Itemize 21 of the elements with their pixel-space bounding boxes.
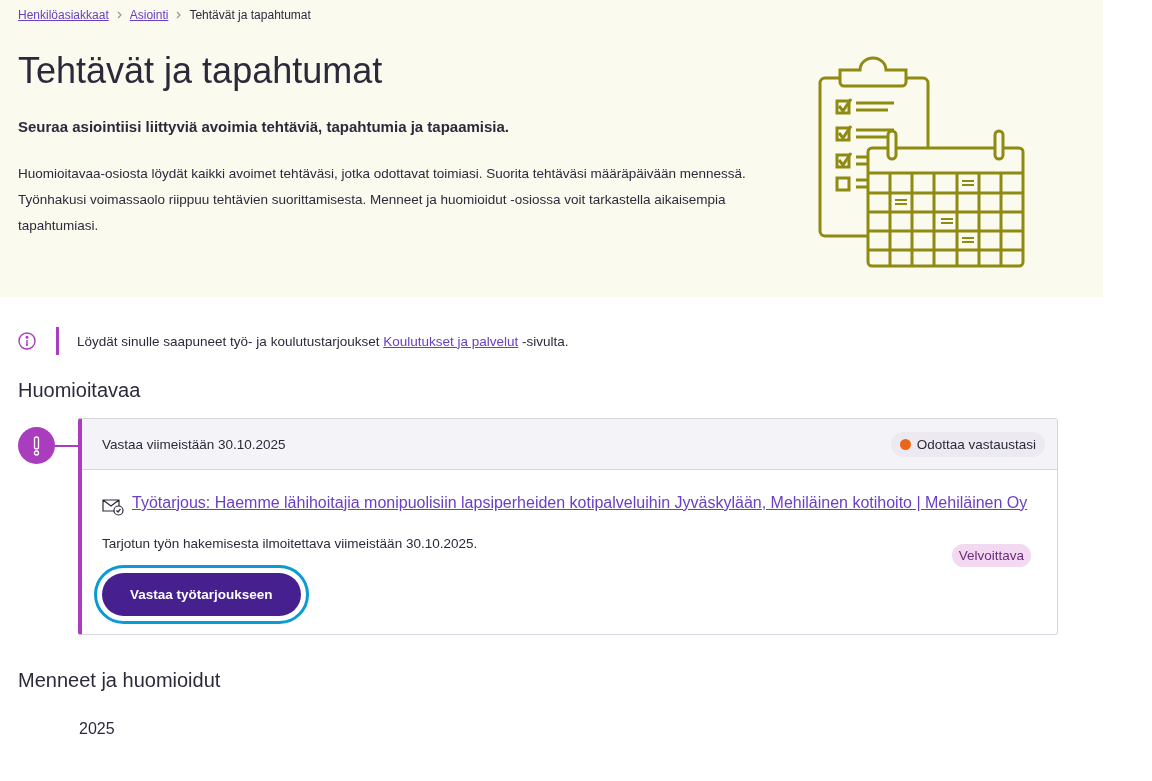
- notice-text: Löydät sinulle saapuneet työ- ja koulutustarjoukset Koulutukset ja palvelut -sivulta.: [77, 333, 569, 349]
- breadcrumb-link[interactable]: Asiointi: [129, 8, 169, 22]
- status-label: Odottaa vastaustasi: [916, 436, 1036, 452]
- job-offer-link[interactable]: Työtarjous: Haemme lähihoitajia monipuolisiin lapsiperheiden kotipalveluihin Jyväskylään, Mehiläinen kotihoito | Mehiläinen Oy: [132, 492, 1028, 514]
- envelope-check-icon: [102, 498, 124, 516]
- intro-paragraph: Huomioitavaa-osiosta löydät kaikki avoimet tehtäväsi, jotka odottavat toimiasi. Suorita tehtäväsi määräpäivään mennessä. Työnhakusi voimassaolo riippuu tehtävien suorittamisesta. Menneet ja huomioidut -osiossa voit tarkastella aikaisempia tapahtumiasi.: [18, 165, 747, 235]
- chevron-icon: [176, 11, 182, 19]
- section-heading: Huomioitavaa: [18, 379, 142, 402]
- services-link[interactable]: Koulutukset ja palvelut: [383, 333, 519, 349]
- year-heading: 2025: [79, 720, 116, 738]
- section-heading: Menneet ja huomioidut: [18, 669, 222, 692]
- status-dot: [899, 438, 911, 450]
- chevron-icon: [116, 11, 122, 19]
- info-icon: [18, 332, 36, 350]
- page-title: Tehtävät ja tapahtumat: [18, 50, 384, 92]
- lead-text: Seuraa asiointiisi liittyviä avoimia tehtäviä, tapahtumia ja tapaamisia.: [18, 118, 511, 135]
- obligation-tag: Velvoittava: [951, 544, 1031, 567]
- breadcrumb-current: Tehtävät ja tapahtumat: [189, 8, 311, 22]
- deadline-text: Vastaa viimeistään 30.10.2025: [102, 436, 286, 452]
- description-text: Tarjotun työn hakemisesta ilmoitettava viimeistään 30.10.2025.: [102, 536, 478, 551]
- breadcrumb-link[interactable]: Henkilöasiakkaat: [18, 8, 109, 22]
